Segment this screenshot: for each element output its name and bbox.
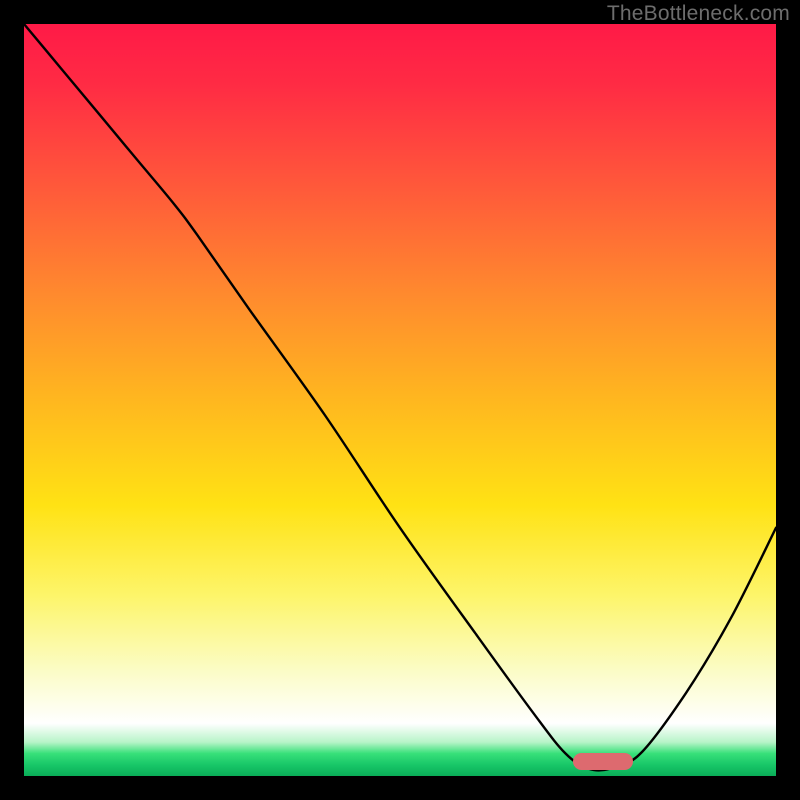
watermark-text: TheBottleneck.com — [607, 2, 790, 26]
bottleneck-curve — [24, 24, 776, 776]
plot-area — [24, 24, 776, 776]
chart-frame: TheBottleneck.com — [0, 0, 800, 800]
optimal-range-marker — [573, 753, 633, 770]
